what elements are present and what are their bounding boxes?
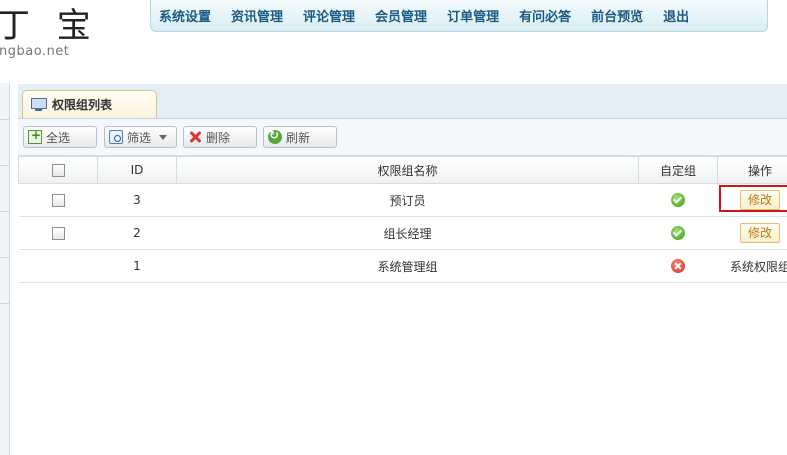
filter-icon xyxy=(109,130,123,144)
tab-label: 权限组列表 xyxy=(52,98,113,112)
logo-title: 丁 宝 xyxy=(0,6,99,46)
error-circle-icon xyxy=(671,259,685,274)
monitor-icon xyxy=(31,98,47,111)
nav-frontend-preview[interactable]: 前台预览 xyxy=(591,6,643,25)
check-circle-icon xyxy=(671,226,685,241)
header-custom: 自定组 xyxy=(638,156,718,184)
row-id: 1 xyxy=(97,249,177,283)
nav-comment-management[interactable]: 评论管理 xyxy=(303,6,355,25)
delete-label: 删除 xyxy=(206,130,231,145)
row-select xyxy=(18,249,98,283)
nav-news-management[interactable]: 资讯管理 xyxy=(231,6,283,25)
sidebar-divider xyxy=(0,211,9,212)
nav-system-settings[interactable]: 系统设置 xyxy=(159,6,211,25)
select-all-checkbox[interactable] xyxy=(51,164,65,177)
row-name: 预订员 xyxy=(176,183,639,217)
check-circle-icon xyxy=(671,193,685,208)
row-select xyxy=(18,183,98,217)
table-row: 1 系统管理组 系统权限组 xyxy=(18,249,787,283)
nav-member-management[interactable]: 会员管理 xyxy=(375,6,427,25)
main-panel: 权限组列表 全选 筛选 删除 刷新 ID 权限组名 xyxy=(18,84,787,455)
row-checkbox[interactable] xyxy=(51,194,65,207)
delete-button[interactable]: 删除 xyxy=(183,126,257,148)
sidebar-divider xyxy=(0,257,9,258)
select-all-icon xyxy=(28,128,42,144)
chevron-down-icon xyxy=(159,134,168,140)
refresh-button[interactable]: 刷新 xyxy=(263,126,337,148)
tab-bar: 权限组列表 xyxy=(18,84,787,119)
header-id: ID xyxy=(97,156,177,184)
row-custom xyxy=(638,183,718,217)
logo: 丁 宝 ngbao.net xyxy=(0,0,140,70)
row-custom xyxy=(638,249,718,283)
row-checkbox[interactable] xyxy=(51,227,65,240)
toolbar: 全选 筛选 删除 刷新 xyxy=(18,119,787,156)
nav-qa[interactable]: 有问必答 xyxy=(519,6,571,25)
sidebar-divider xyxy=(0,119,9,120)
table-row: 3 预订员 修改 xyxy=(18,183,787,217)
edit-button[interactable]: 修改 xyxy=(740,190,780,210)
table-row: 2 组长经理 修改 xyxy=(18,216,787,250)
filter-button[interactable]: 筛选 xyxy=(104,126,177,148)
row-action: 修改 xyxy=(717,183,787,217)
select-all-button[interactable]: 全选 xyxy=(23,126,97,148)
nav-logout[interactable]: 退出 xyxy=(663,6,689,25)
system-group-label: 系统权限组 xyxy=(729,259,787,274)
sidebar-divider xyxy=(0,303,9,304)
edit-button[interactable]: 修改 xyxy=(740,223,780,243)
row-custom xyxy=(638,216,718,250)
row-action: 系统权限组 xyxy=(717,249,787,283)
top-nav: 系统设置 资讯管理 评论管理 会员管理 订单管理 有问必答 前台预览 退出 xyxy=(150,0,768,32)
refresh-label: 刷新 xyxy=(286,130,311,145)
row-name: 组长经理 xyxy=(176,216,639,250)
row-name: 系统管理组 xyxy=(176,249,639,283)
select-all-label: 全选 xyxy=(46,130,71,145)
sidebar xyxy=(0,83,10,455)
row-action: 修改 xyxy=(717,216,787,250)
logo-url: ngbao.net xyxy=(0,44,70,59)
row-select xyxy=(18,216,98,250)
row-id: 2 xyxy=(97,216,177,250)
filter-label: 筛选 xyxy=(127,130,152,145)
table-header-row: ID 权限组名称 自定组 操作 xyxy=(18,156,787,184)
tab-permission-group-list[interactable]: 权限组列表 xyxy=(22,90,157,118)
header-action: 操作 xyxy=(717,156,787,184)
nav-order-management[interactable]: 订单管理 xyxy=(447,6,499,25)
row-id: 3 xyxy=(97,183,177,217)
sidebar-divider xyxy=(0,165,9,166)
permission-group-table: ID 权限组名称 自定组 操作 3 预订员 修改 2 组长经理 修改 1 系统管… xyxy=(18,156,787,283)
header-select xyxy=(18,156,98,184)
delete-icon xyxy=(188,130,202,144)
header-name: 权限组名称 xyxy=(176,156,639,184)
refresh-icon xyxy=(268,128,282,144)
